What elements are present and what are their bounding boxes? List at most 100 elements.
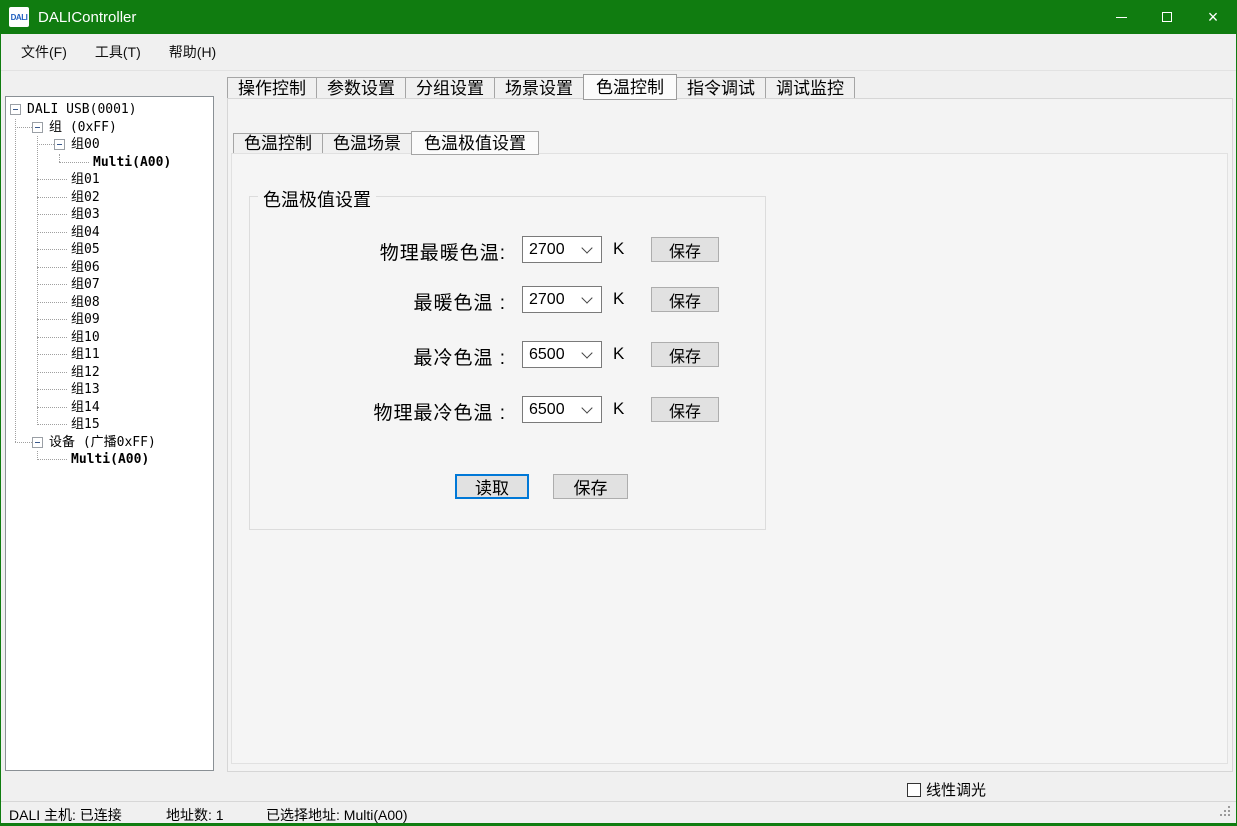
tree-item-label: 组05 — [71, 241, 100, 259]
main-tab-3[interactable]: 场景设置 — [494, 77, 584, 99]
tree-expander-icon[interactable] — [54, 139, 65, 150]
device-tree-panel: DALI USB(0001)组 (0xFF)组00Multi(A00)组01组0… — [5, 96, 214, 771]
linear-dimming-label: 线性调光 — [926, 779, 986, 800]
field-label-3: 物理最冷色温 : — [256, 398, 506, 425]
window-controls: × — [1098, 0, 1236, 34]
sub-tab-1[interactable]: 色温场景 — [322, 133, 412, 154]
maximize-icon — [1162, 12, 1172, 22]
groupbox-title: 色温极值设置 — [258, 186, 376, 212]
menu-item-2[interactable]: 帮助(H) — [155, 34, 230, 70]
unit-label-3: K — [613, 399, 624, 419]
tree-item[interactable]: 设备 (广播0xFF) — [6, 434, 213, 452]
sub-tab-0[interactable]: 色温控制 — [233, 133, 323, 154]
tree-connector — [59, 162, 89, 163]
tree-connector — [37, 407, 67, 408]
tree-item-label: 组02 — [71, 189, 100, 207]
tree-connector — [37, 249, 67, 250]
tree-item-label: 组14 — [71, 399, 100, 417]
maximize-button[interactable] — [1144, 0, 1190, 34]
tree-item-label: 组 (0xFF) — [49, 119, 117, 137]
tree-item-label: Multi(A00) — [93, 154, 171, 172]
tree-connector — [37, 144, 54, 145]
read-button[interactable]: 读取 — [455, 474, 529, 499]
tree-item-label: 组01 — [71, 171, 100, 189]
temp-combo-0[interactable]: 2700 — [522, 236, 602, 263]
status-item-2: 已选择地址: Multi(A00) — [266, 805, 408, 825]
main-tab-2[interactable]: 分组设置 — [405, 77, 495, 99]
tree-connector — [37, 337, 67, 338]
tree-connector — [37, 302, 67, 303]
tree-item-label: 设备 (广播0xFF) — [49, 434, 156, 452]
tree-connector — [37, 197, 67, 198]
temp-combo-1[interactable]: 2700 — [522, 286, 602, 313]
tree-item[interactable]: DALI USB(0001) — [6, 101, 213, 119]
save-button-2[interactable]: 保存 — [651, 342, 719, 367]
minus-glyph — [35, 442, 40, 443]
main-tab-4[interactable]: 色温控制 — [583, 74, 677, 100]
main-tab-0[interactable]: 操作控制 — [227, 77, 317, 99]
field-label-0: 物理最暖色温: — [256, 238, 506, 265]
save-button-3[interactable]: 保存 — [651, 397, 719, 422]
save-button-1[interactable]: 保存 — [651, 287, 719, 312]
close-icon: × — [1208, 8, 1219, 26]
combo-value-0: 2700 — [529, 241, 583, 259]
tree-item-label: 组03 — [71, 206, 100, 224]
main-tab-5[interactable]: 指令调试 — [676, 77, 766, 99]
menu-item-1[interactable]: 工具(T) — [81, 34, 155, 70]
minimize-icon — [1116, 17, 1127, 18]
field-label-1: 最暖色温 : — [256, 288, 506, 315]
status-item-0: DALI 主机: 已连接 — [9, 805, 122, 825]
menubar: 文件(F)工具(T)帮助(H) — [1, 34, 1236, 71]
app-window: DALI DALIController × 文件(F)工具(T)帮助(H) DA… — [0, 0, 1237, 826]
tree-expander-icon[interactable] — [32, 437, 43, 448]
linear-dimming-checkbox[interactable] — [907, 783, 921, 797]
combo-value-3: 6500 — [529, 401, 583, 419]
app-logo-icon: DALI — [9, 7, 29, 27]
color-temp-limits-groupbox: 色温极值设置 物理最暖色温:2700K保存最暖色温 :2700K保存最冷色温 :… — [249, 196, 766, 530]
tree-item-label: DALI USB(0001) — [27, 101, 137, 119]
statusbar: DALI 主机: 已连接 地址数: 1 已选择地址: Multi(A00) — [1, 801, 1236, 823]
tree-connector — [37, 267, 67, 268]
tree-connector — [37, 319, 67, 320]
tree-expander-icon[interactable] — [10, 104, 21, 115]
save-all-button[interactable]: 保存 — [553, 474, 628, 499]
chevron-down-icon — [581, 292, 592, 303]
tree-guide — [15, 119, 16, 443]
minus-glyph — [35, 127, 40, 128]
tree-connector — [37, 354, 67, 355]
minimize-button[interactable] — [1098, 0, 1144, 34]
main-tab-1[interactable]: 参数设置 — [316, 77, 406, 99]
tree-guide — [37, 451, 38, 460]
tree-connector — [37, 179, 67, 180]
tree-item[interactable]: 组 (0xFF) — [6, 119, 213, 137]
tree-guide — [37, 136, 38, 425]
tree-item-label: 组09 — [71, 311, 100, 329]
unit-label-0: K — [613, 239, 624, 259]
menu-item-0[interactable]: 文件(F) — [7, 34, 81, 70]
temp-combo-2[interactable]: 6500 — [522, 341, 602, 368]
sub-tab-2[interactable]: 色温极值设置 — [411, 131, 539, 155]
tree-item-label: 组04 — [71, 224, 100, 242]
temp-combo-3[interactable]: 6500 — [522, 396, 602, 423]
tree-guide — [59, 154, 60, 163]
tree-connector — [15, 442, 32, 443]
unit-label-2: K — [613, 344, 624, 364]
tree-connector — [37, 424, 67, 425]
status-item-1: 地址数: 1 — [166, 805, 224, 825]
combo-value-2: 6500 — [529, 346, 583, 364]
unit-label-1: K — [613, 289, 624, 309]
resize-grip-icon[interactable] — [1228, 814, 1230, 816]
chevron-down-icon — [581, 402, 592, 413]
tree-item-label: Multi(A00) — [71, 451, 149, 469]
minus-glyph — [13, 109, 18, 110]
main-tab-6[interactable]: 调试监控 — [765, 77, 855, 99]
tree-item-label: 组12 — [71, 364, 100, 382]
tree-item-label: 组07 — [71, 276, 100, 294]
tree-item-label: 组06 — [71, 259, 100, 277]
window-title: DALIController — [38, 9, 136, 26]
close-button[interactable]: × — [1190, 0, 1236, 34]
tree-expander-icon[interactable] — [32, 122, 43, 133]
save-button-0[interactable]: 保存 — [651, 237, 719, 262]
tree-connector — [37, 214, 67, 215]
tree-item-label: 组10 — [71, 329, 100, 347]
